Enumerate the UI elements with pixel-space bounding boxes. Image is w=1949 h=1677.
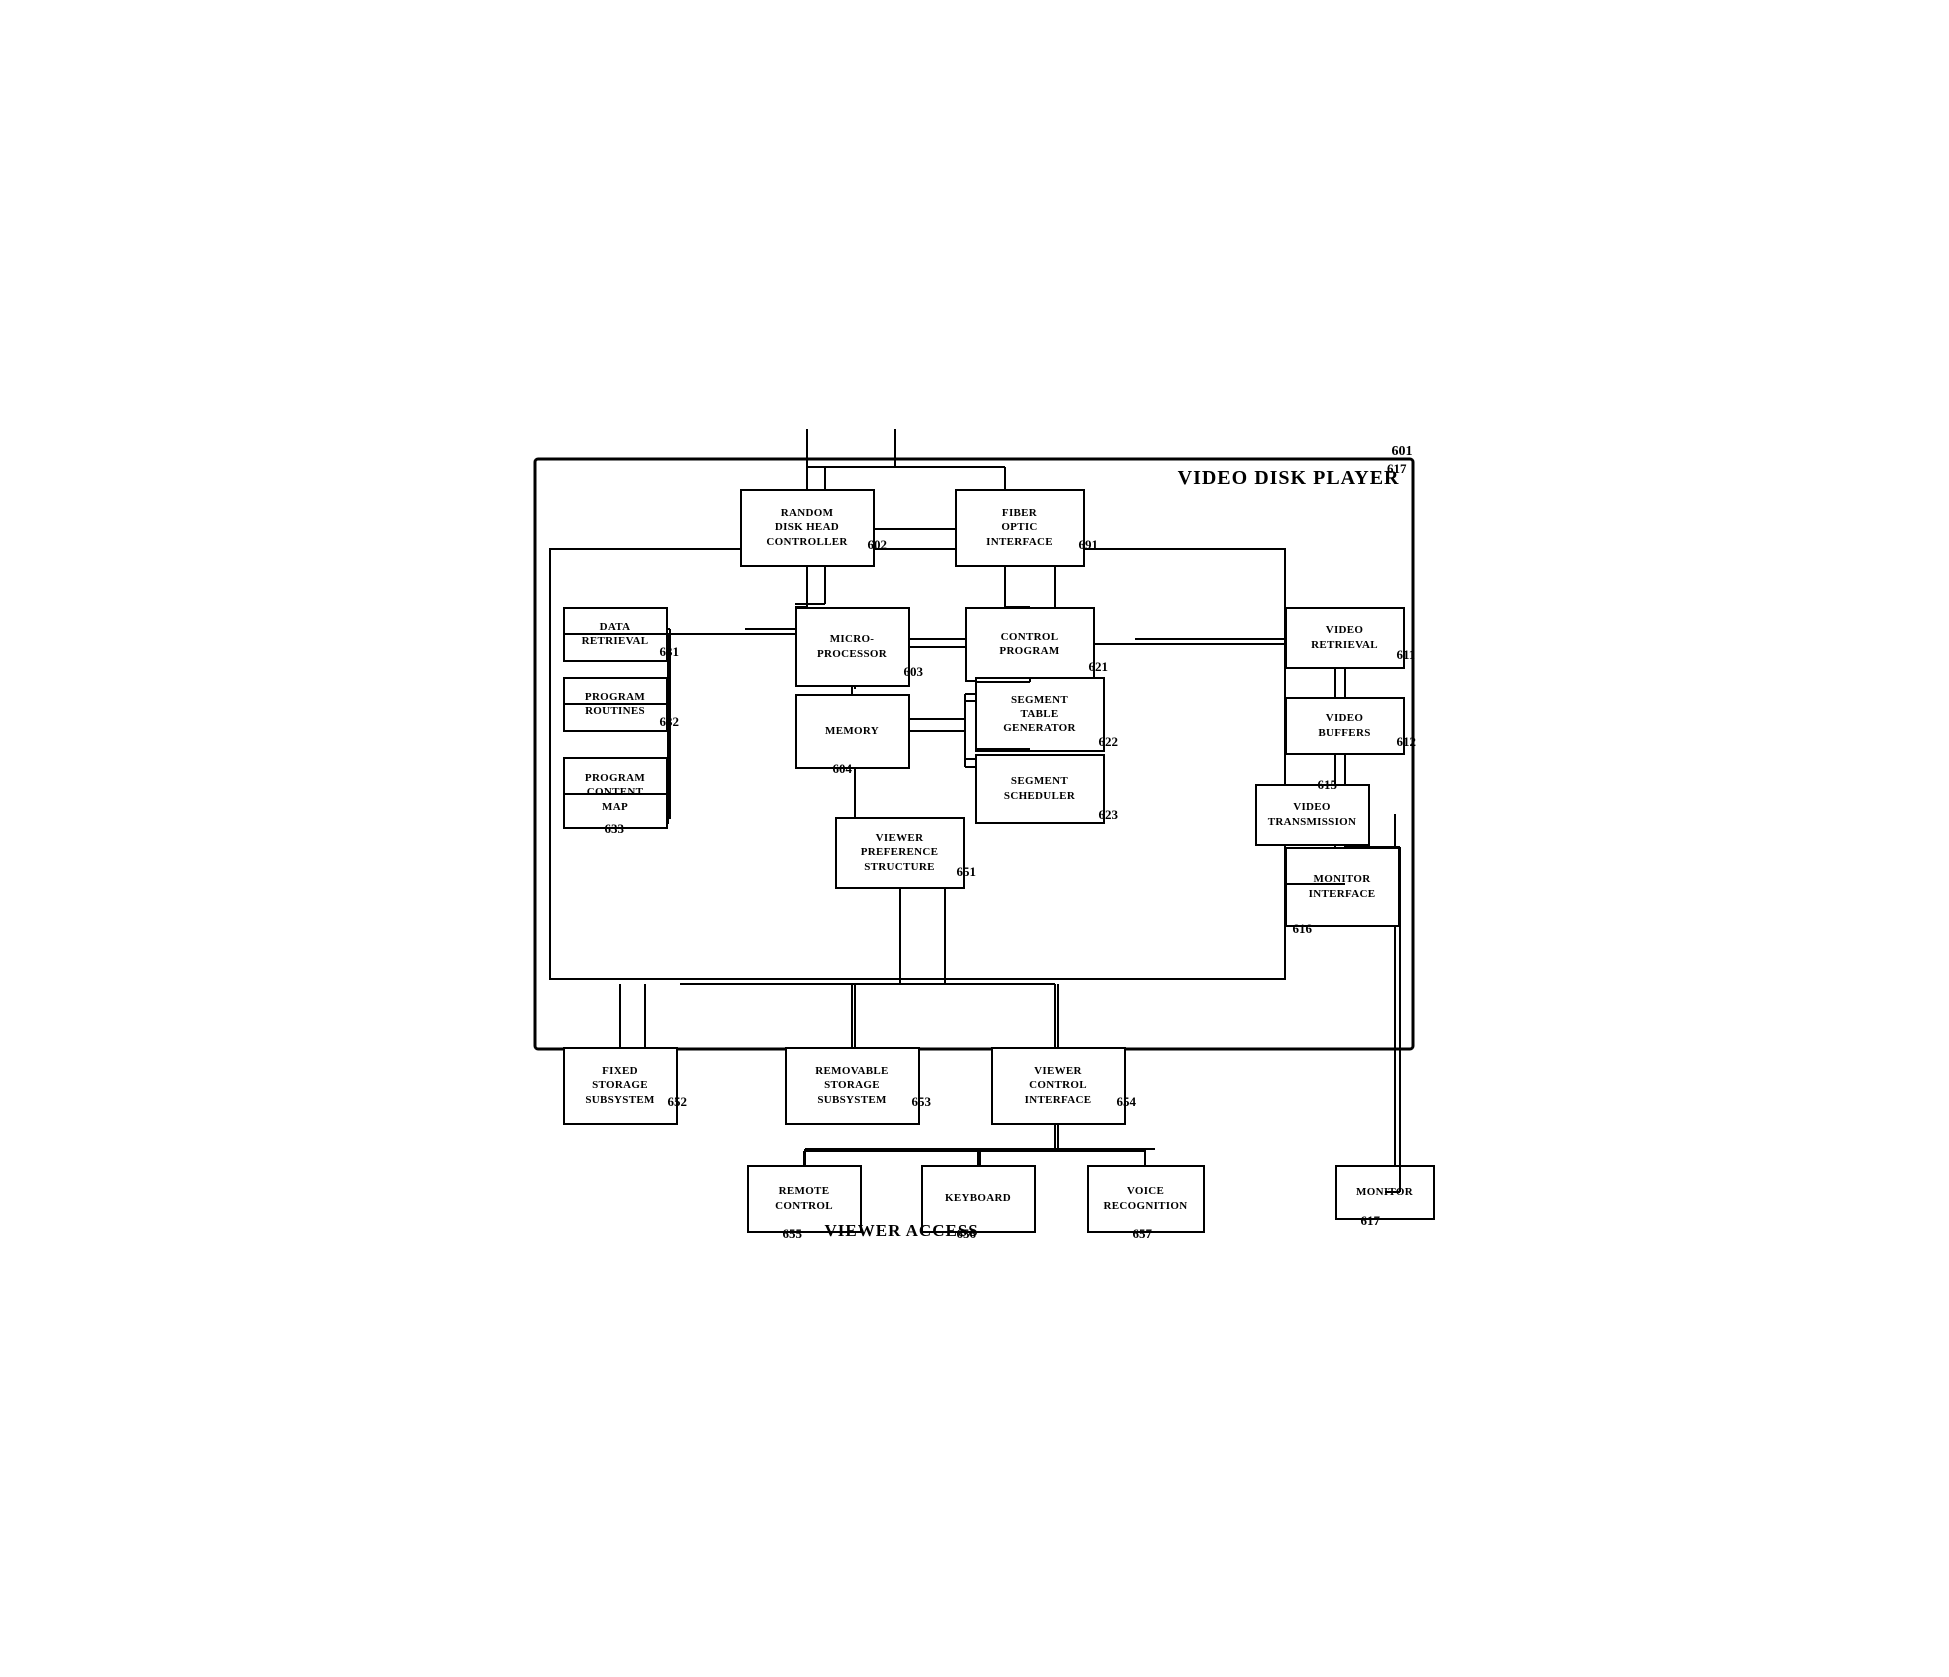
ref-601: 601 xyxy=(1392,444,1413,460)
video-transmission-block: VIDEO TRANSMISSION xyxy=(1255,784,1370,846)
ref-653: 653 xyxy=(912,1094,932,1110)
ref-651: 651 xyxy=(957,864,977,880)
ref-652: 652 xyxy=(668,1094,688,1110)
fixed-storage-block: FIXED STORAGE SUBSYSTEM xyxy=(563,1047,678,1125)
video-buffers-block: VIDEO BUFFERS xyxy=(1285,697,1405,755)
ref-655: 655 xyxy=(783,1226,803,1242)
program-routines-block: PROGRAM ROUTINES xyxy=(563,677,668,732)
ref-604: 604 xyxy=(833,761,853,777)
viewer-access-label: VIEWER ACCESS xyxy=(825,1221,979,1241)
segment-scheduler-block: SEGMENT SCHEDULER xyxy=(975,754,1105,824)
ref-632: 632 xyxy=(660,714,680,730)
video-disk-player-label: VIDEO DISK PLAYER xyxy=(1178,467,1400,490)
removable-storage-block: REMOVABLE STORAGE SUBSYSTEM xyxy=(785,1047,920,1125)
ref-622: 622 xyxy=(1099,734,1119,750)
memory-block: MEMORY xyxy=(795,694,910,769)
ref-602: 602 xyxy=(868,537,888,553)
random-disk-head-block: RANDOM DISK HEAD CONTROLLER xyxy=(740,489,875,567)
data-retrieval-block: DATA RETRIEVAL xyxy=(563,607,668,662)
segment-table-block: SEGMENT TABLE GENERATOR xyxy=(975,677,1105,752)
video-retrieval-block: VIDEO RETRIEVAL xyxy=(1285,607,1405,669)
fiber-optic-block: FIBER OPTIC INTERFACE xyxy=(955,489,1085,567)
ref-691: 691 xyxy=(1079,537,1099,553)
ref-603: 603 xyxy=(904,664,924,680)
viewer-control-block: VIEWER CONTROL INTERFACE xyxy=(991,1047,1126,1125)
diagram: VIDEO DISK PLAYER 617 601 RANDOM DISK HE… xyxy=(525,429,1425,1249)
program-content-map-block: PROGRAM CONTENT MAP xyxy=(563,757,668,829)
ref-612: 612 xyxy=(1397,734,1417,750)
monitor-block: MONITOR xyxy=(1335,1165,1435,1220)
ref-617: 617 xyxy=(1361,1213,1381,1229)
ref-654: 654 xyxy=(1117,1094,1137,1110)
ref-615: 615 xyxy=(1318,777,1338,793)
ref-621: 621 xyxy=(1089,659,1109,675)
control-program-block: CONTROL PROGRAM xyxy=(965,607,1095,682)
viewer-preference-block: VIEWER PREFERENCE STRUCTURE xyxy=(835,817,965,889)
ref-623: 623 xyxy=(1099,807,1119,823)
ref-611: 611 xyxy=(1397,647,1416,663)
monitor-interface-block: MONITOR INTERFACE xyxy=(1285,847,1400,927)
ref-657: 657 xyxy=(1133,1226,1153,1242)
vdp-ref: 617 xyxy=(1387,461,1407,477)
ref-616: 616 xyxy=(1293,921,1313,937)
ref-633: 633 xyxy=(605,821,625,837)
voice-recognition-block: VOICE RECOGNITION xyxy=(1087,1165,1205,1233)
ref-631: 631 xyxy=(660,644,680,660)
microprocessor-block: MICRO- PROCESSOR xyxy=(795,607,910,687)
